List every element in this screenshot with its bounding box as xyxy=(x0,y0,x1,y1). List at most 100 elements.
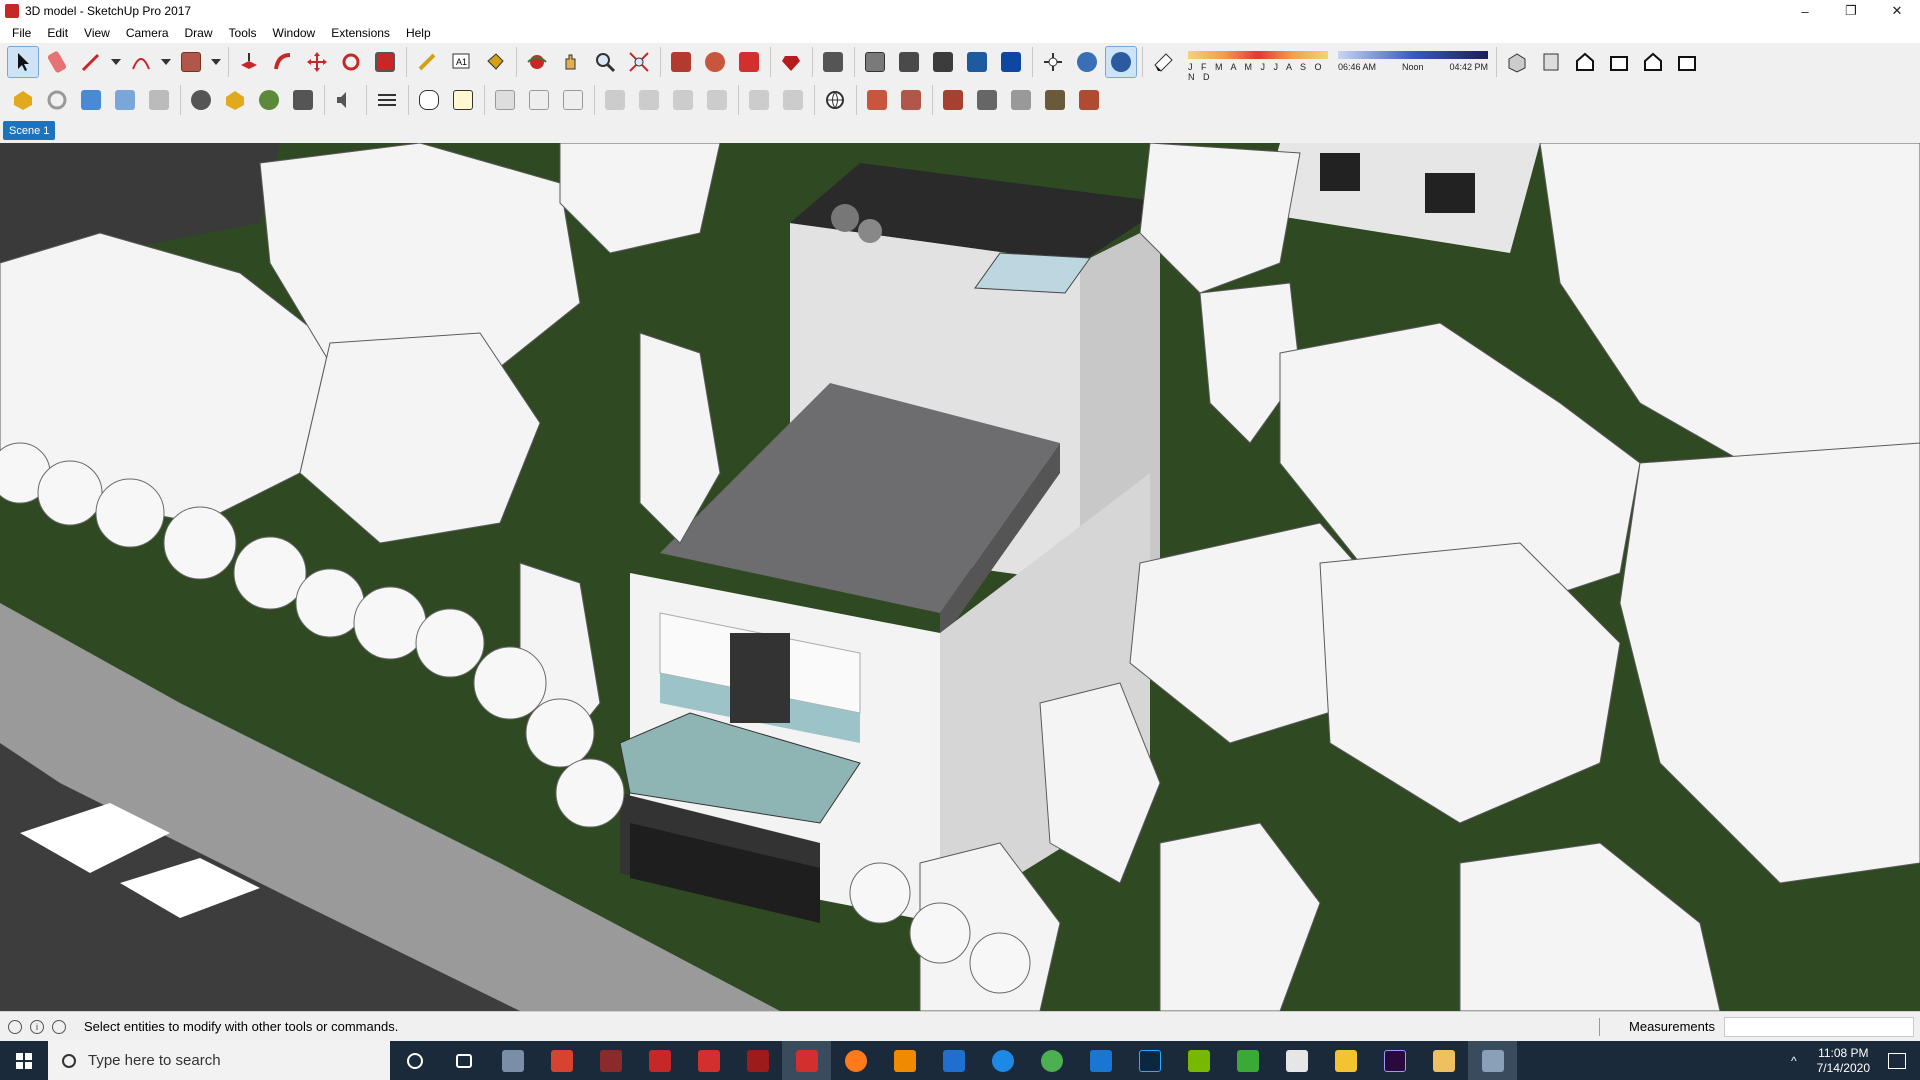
tray-expand-icon[interactable]: ^ xyxy=(1791,1054,1797,1068)
taskbar-clock[interactable]: 11:08 PM 7/14/2020 xyxy=(1817,1046,1870,1076)
text-tool-button[interactable]: A1 xyxy=(446,47,476,77)
warehouse-button[interactable] xyxy=(666,47,696,77)
tape-measure-tool-button[interactable] xyxy=(412,47,442,77)
zoom-extents-tool-button[interactable] xyxy=(624,47,654,77)
close-button[interactable]: ✕ xyxy=(1874,0,1920,22)
line-dropdown[interactable] xyxy=(110,47,122,77)
menu-draw[interactable]: Draw xyxy=(177,26,221,40)
styles-button[interactable] xyxy=(372,85,402,115)
left-view-button[interactable] xyxy=(1672,47,1702,77)
hidden-line-button[interactable] xyxy=(962,47,992,77)
iso-view-button[interactable] xyxy=(1502,47,1532,77)
taskbar-app[interactable] xyxy=(684,1041,733,1080)
select-tool-button[interactable] xyxy=(7,46,39,78)
rotate-tool-button[interactable] xyxy=(336,47,366,77)
push-pull-tool-button[interactable] xyxy=(234,47,264,77)
add-location-button[interactable] xyxy=(186,85,216,115)
globe-button[interactable] xyxy=(820,85,850,115)
taskbar-search[interactable]: Type here to search xyxy=(48,1041,390,1080)
export-button[interactable] xyxy=(524,85,554,115)
x-ray-button[interactable] xyxy=(860,47,890,77)
back-edges-button[interactable] xyxy=(894,47,924,77)
taskbar-app[interactable] xyxy=(1272,1041,1321,1080)
taskbar-app[interactable] xyxy=(1027,1041,1076,1080)
cortana-button[interactable] xyxy=(390,1041,439,1080)
menu-tools[interactable]: Tools xyxy=(221,26,265,40)
top-view-button[interactable] xyxy=(1536,47,1566,77)
taskbar-app[interactable] xyxy=(1174,1041,1223,1080)
taskbar-app[interactable] xyxy=(1370,1041,1419,1080)
view-6-button[interactable] xyxy=(778,85,808,115)
info-button[interactable] xyxy=(448,85,478,115)
minimize-button[interactable]: – xyxy=(1782,0,1828,22)
menu-view[interactable]: View xyxy=(76,26,118,40)
wireframe-button[interactable] xyxy=(928,47,958,77)
shape-dropdown[interactable] xyxy=(210,47,222,77)
scene-tab[interactable]: Scene 1 xyxy=(3,121,56,140)
send-to-layout-button[interactable] xyxy=(734,47,764,77)
model-viewport[interactable] xyxy=(0,143,1920,1011)
shadow-time-slider[interactable]: 06:46 AM Noon 04:42 PM xyxy=(1338,47,1488,77)
menu-camera[interactable]: Camera xyxy=(118,26,177,40)
taskbar-app[interactable] xyxy=(537,1041,586,1080)
taskbar-app[interactable] xyxy=(733,1041,782,1080)
taskbar-app[interactable] xyxy=(978,1041,1027,1080)
right-view-button[interactable] xyxy=(1604,47,1634,77)
settings-button[interactable] xyxy=(288,85,318,115)
sandbox-button[interactable] xyxy=(8,85,38,115)
pan-tool-button[interactable] xyxy=(556,47,586,77)
line-tool-button[interactable] xyxy=(76,47,106,77)
user-status-icon[interactable] xyxy=(52,1019,66,1034)
rectangle-tool-button[interactable] xyxy=(176,47,206,77)
orbit-tool-button[interactable] xyxy=(522,47,552,77)
eraser-tool-button[interactable] xyxy=(42,47,72,77)
taskbar-app[interactable] xyxy=(880,1041,929,1080)
walk-button[interactable] xyxy=(1072,47,1102,77)
menu-help[interactable]: Help xyxy=(398,26,439,40)
stamp-button[interactable] xyxy=(76,85,106,115)
menu-window[interactable]: Window xyxy=(265,26,324,40)
grid-button[interactable] xyxy=(896,85,926,115)
taskbar-app[interactable] xyxy=(1468,1041,1517,1080)
ruby-console-button[interactable] xyxy=(776,47,806,77)
restore-button[interactable]: ❐ xyxy=(1828,0,1874,22)
view-1-button[interactable] xyxy=(600,85,630,115)
taskbar-app[interactable] xyxy=(1125,1041,1174,1080)
taskbar-app-sketchup[interactable] xyxy=(782,1041,831,1080)
taskbar-app[interactable] xyxy=(586,1041,635,1080)
info-status-icon[interactable]: i xyxy=(30,1019,44,1034)
import-button[interactable] xyxy=(558,85,588,115)
front-view-button[interactable] xyxy=(1570,47,1600,77)
shadows-toggle-button[interactable] xyxy=(1148,47,1178,77)
geo-button[interactable] xyxy=(220,85,250,115)
view-5-button[interactable] xyxy=(744,85,774,115)
geo-status-icon[interactable] xyxy=(8,1019,22,1034)
texture-button[interactable] xyxy=(862,85,892,115)
tree-button[interactable] xyxy=(254,85,284,115)
taskbar-app[interactable] xyxy=(1076,1041,1125,1080)
taskbar-app[interactable] xyxy=(1419,1041,1468,1080)
menu-file[interactable]: File xyxy=(4,26,39,40)
start-button[interactable] xyxy=(0,1041,48,1080)
position-camera-button[interactable] xyxy=(1038,47,1068,77)
layout-button[interactable] xyxy=(490,85,520,115)
taskbar-app[interactable] xyxy=(488,1041,537,1080)
measurements-input[interactable] xyxy=(1724,1017,1914,1037)
notification-icon[interactable] xyxy=(1888,1052,1906,1069)
taskbar-app[interactable] xyxy=(635,1041,684,1080)
taskbar-app[interactable] xyxy=(1223,1041,1272,1080)
look-around-button[interactable] xyxy=(1105,46,1137,78)
menu-edit[interactable]: Edit xyxy=(39,26,76,40)
view-2-button[interactable] xyxy=(634,85,664,115)
shaded-button[interactable] xyxy=(996,47,1026,77)
view-4-button[interactable] xyxy=(702,85,732,115)
view-3-button[interactable] xyxy=(668,85,698,115)
arc-dropdown[interactable] xyxy=(160,47,172,77)
solid-4-button[interactable] xyxy=(1040,85,1070,115)
paint-bucket-tool-button[interactable] xyxy=(480,47,510,77)
component-button[interactable] xyxy=(818,47,848,77)
task-view-button[interactable] xyxy=(439,1041,488,1080)
shadow-month-slider[interactable]: J F M A M J J A S O N D xyxy=(1188,47,1328,82)
solid-1-button[interactable] xyxy=(938,85,968,115)
solid-3-button[interactable] xyxy=(1006,85,1036,115)
